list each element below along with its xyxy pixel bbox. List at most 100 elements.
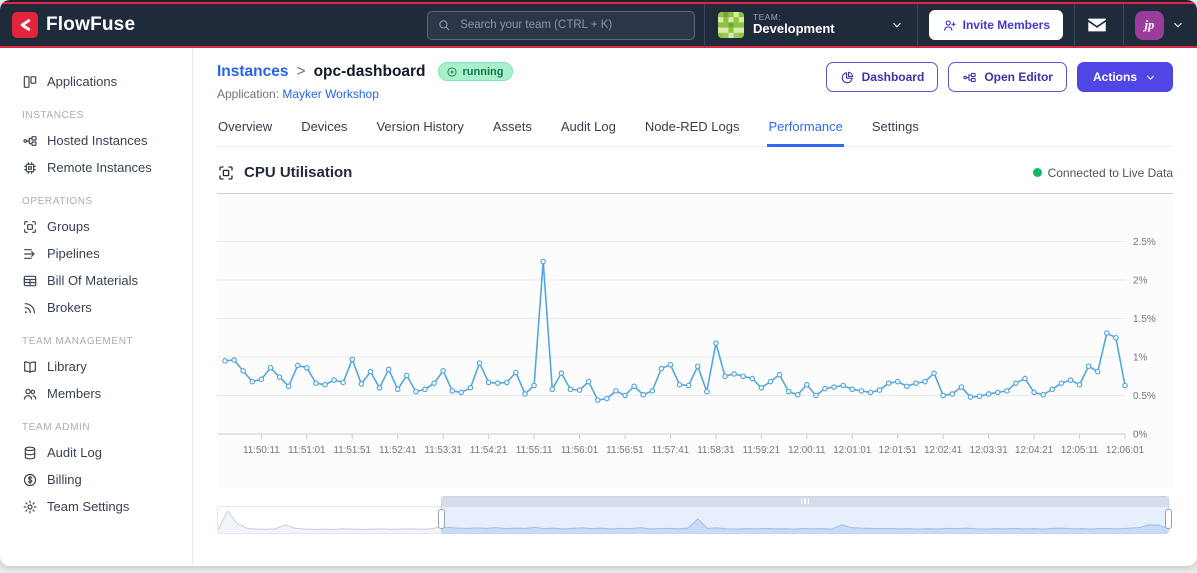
cpu-data-points (222, 258, 1128, 403)
search-icon (437, 18, 451, 32)
sidebar-item-audit-log[interactable]: Audit Log (0, 439, 192, 466)
tab-settings[interactable]: Settings (871, 117, 920, 147)
sidebar-item-library[interactable]: Library (0, 353, 192, 380)
navbar-divider (1123, 3, 1124, 47)
x-tick-label: 12:00:11 (788, 445, 825, 456)
cpu-icon (217, 164, 235, 182)
sidebar-item-label: Hosted Instances (47, 133, 148, 148)
status-badge-label: running (462, 65, 504, 78)
sidebar-item-members[interactable]: Members (0, 380, 192, 407)
tab-performance[interactable]: Performance (767, 117, 844, 147)
tab-devices[interactable]: Devices (300, 117, 348, 147)
dashboard-button-label: Dashboard (861, 70, 925, 84)
brush-drag-bar[interactable] (441, 497, 1168, 506)
book-icon (22, 359, 38, 375)
breadcrumb-instances-link[interactable]: Instances (217, 63, 289, 81)
drag-grip-icon (800, 499, 810, 504)
chip-icon (22, 160, 38, 176)
team-search[interactable] (427, 10, 696, 40)
brush-handle-right[interactable] (1165, 509, 1172, 529)
tab-version-history[interactable]: Version History (375, 117, 464, 147)
tab-audit-log[interactable]: Audit Log (560, 117, 617, 147)
x-tick-label: 11:56:51 (606, 445, 643, 456)
open-editor-button[interactable]: Open Editor (948, 62, 1067, 92)
x-tick-label: 12:02:41 (924, 445, 962, 456)
chart-panel-title: CPU Utilisation (217, 164, 352, 182)
sidebar-item-label: Pipelines (47, 246, 100, 261)
sidebar-item-bill-of-materials[interactable]: Bill Of Materials (0, 267, 192, 294)
x-tick-label: 11:51:51 (334, 445, 371, 456)
sidebar-item-billing[interactable]: Billing (0, 466, 192, 493)
pie-chart-icon (840, 70, 855, 85)
x-tick-label: 11:58:31 (697, 445, 734, 456)
team-selector[interactable]: TEAM: Development (716, 12, 906, 38)
application-line: Application: Mayker Workshop (217, 87, 513, 101)
tab-node-red-logs[interactable]: Node-RED Logs (644, 117, 741, 147)
sidebar-item-remote-instances[interactable]: Remote Instances (0, 154, 192, 181)
brush-handle-left[interactable] (437, 509, 445, 529)
sidebar-item-label: Team Settings (47, 499, 130, 514)
navbar-divider (916, 3, 918, 47)
navbar-divider (1074, 3, 1075, 47)
database-icon (22, 445, 38, 461)
sidebar-item-team-settings[interactable]: Team Settings (0, 493, 192, 520)
sidebar-item-label: Remote Instances (47, 160, 152, 175)
chart-panel-header: CPU Utilisation Connected to Live Data (217, 152, 1173, 194)
cpu-utilisation-chart[interactable]: 0% 0.5% 1% 1.5% 2% 2.5% 11:50:11 11:51:01 11:51:… (217, 198, 1173, 488)
sidebar: Applications INSTANCES Hosted Instances Rem… (0, 48, 193, 564)
chart-zoom-brush[interactable] (217, 496, 1172, 534)
user-menu[interactable]: jp (1135, 10, 1185, 40)
app-shell: Applications INSTANCES Hosted Instances Rem… (0, 48, 1197, 564)
actions-button[interactable]: Actions (1076, 62, 1173, 92)
sidebar-item-groups[interactable]: Groups (0, 213, 192, 240)
brush-selection[interactable] (437, 496, 1172, 534)
sidebar-item-brokers[interactable]: Brokers (0, 294, 192, 321)
x-tick-label: 11:51:01 (288, 445, 325, 456)
navbar-divider (703, 3, 705, 47)
main-content: Instances > opc-dashboard running Applic… (193, 48, 1197, 564)
dollar-icon (22, 472, 38, 488)
notifications-button[interactable] (1086, 12, 1112, 38)
x-tick-label: 11:59:21 (743, 445, 780, 456)
play-circle-icon (446, 66, 458, 78)
actions-button-label: Actions (1092, 70, 1137, 84)
sidebar-item-label: Members (47, 386, 102, 401)
flowfuse-logo[interactable]: FlowFuse (12, 12, 135, 38)
sidebar-item-applications[interactable]: Applications (0, 68, 192, 95)
sidebar-item-pipelines[interactable]: Pipelines (0, 240, 192, 267)
chart-title: CPU Utilisation (244, 164, 353, 181)
sidebar-item-hosted-instances[interactable]: Hosted Instances (0, 127, 192, 154)
instance-tabs: Overview Devices Version History Assets Audi… (217, 117, 1173, 147)
live-status-label: Connected to Live Data (1047, 165, 1173, 180)
tab-overview[interactable]: Overview (217, 117, 273, 147)
team-name: Development (752, 21, 835, 37)
flowfuse-logo-icon (12, 12, 38, 38)
page-title: opc-dashboard (313, 62, 426, 80)
chevron-down-icon (1144, 71, 1157, 84)
application-label: Application: (217, 87, 280, 101)
dashboard-button[interactable]: Dashboard (825, 62, 939, 92)
sidebar-item-label: Bill Of Materials (47, 273, 139, 288)
sidebar-item-label: Brokers (47, 300, 92, 315)
tab-assets[interactable]: Assets (492, 117, 533, 147)
user-avatar: jp (1135, 10, 1164, 40)
invite-members-label: Invite Members (962, 18, 1050, 32)
y-tick-label: 0.5% (1133, 391, 1156, 402)
x-tick-label: 12:01:51 (879, 445, 917, 456)
sidebar-item-label: Groups (47, 219, 90, 234)
x-tick-label: 12:06:01 (1106, 445, 1144, 456)
x-tick-label: 11:50:11 (243, 445, 280, 456)
users-icon (22, 386, 38, 402)
y-tick-label: 2% (1133, 276, 1148, 287)
invite-members-button[interactable]: Invite Members (928, 10, 1063, 40)
application-link[interactable]: Mayker Workshop (282, 87, 378, 101)
sidebar-item-label: Library (47, 359, 87, 374)
live-status: Connected to Live Data (1032, 165, 1173, 180)
y-tick-label: 1% (1133, 353, 1148, 364)
breadcrumb-separator: > (296, 62, 306, 80)
x-tick-label: 12:05:11 (1061, 445, 1098, 456)
cpu-line (224, 260, 1126, 401)
team-avatar (717, 12, 744, 38)
gear-icon (22, 499, 38, 515)
search-input[interactable] (458, 18, 686, 32)
